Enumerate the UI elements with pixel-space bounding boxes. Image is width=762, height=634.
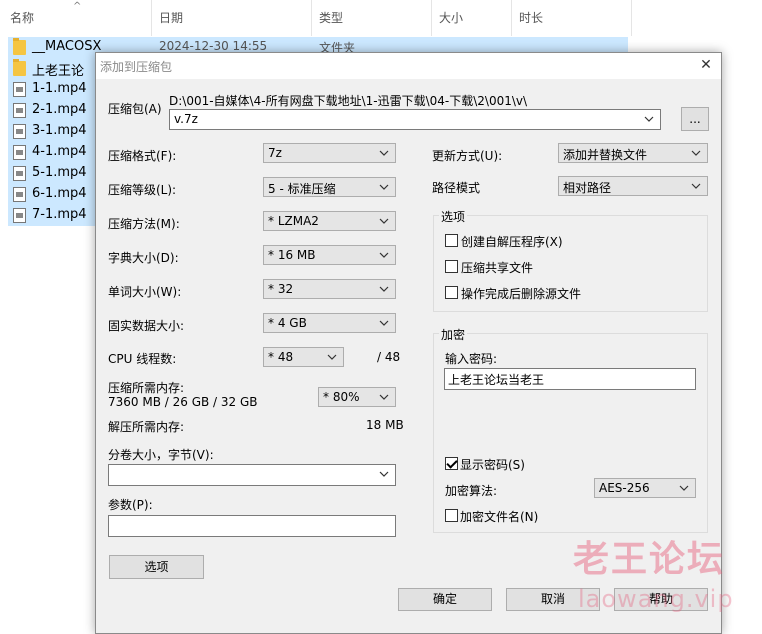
options-group-title: 选项 bbox=[439, 208, 468, 225]
format-label: 压缩格式(F): bbox=[108, 149, 177, 163]
chevron-down-icon bbox=[379, 150, 389, 156]
method-select[interactable]: * LZMA2 bbox=[263, 211, 396, 231]
method-label: 压缩方法(M): bbox=[108, 217, 180, 231]
chevron-down-icon bbox=[327, 354, 337, 360]
update-mode-select[interactable]: 添加并替换文件 bbox=[558, 143, 708, 163]
path-mode-select[interactable]: 相对路径 bbox=[558, 176, 708, 196]
shared-label: 压缩共享文件 bbox=[461, 261, 534, 275]
params-label: 参数(P): bbox=[108, 498, 153, 512]
list-item[interactable]: 上老王论坛当 bbox=[8, 58, 96, 98]
sort-up-icon: ^ bbox=[73, 1, 82, 12]
list-item[interactable]: 3-1.mp4 bbox=[8, 121, 96, 142]
video-file-icon bbox=[13, 166, 26, 181]
format-select[interactable]: 7z bbox=[263, 143, 396, 163]
dialog-title: 添加到压缩包 bbox=[100, 60, 173, 74]
mem-decomp-label: 解压所需内存: bbox=[108, 420, 185, 434]
word-label: 单词大小(W): bbox=[108, 285, 182, 299]
chevron-down-icon bbox=[379, 320, 389, 326]
column-size[interactable]: 大小 bbox=[439, 0, 463, 36]
delete-after-checkbox[interactable] bbox=[445, 286, 458, 299]
cpu-threads-select[interactable]: * 48 bbox=[263, 347, 344, 367]
video-file-icon bbox=[13, 208, 26, 223]
solid-label: 固实数据大小: bbox=[108, 319, 185, 333]
encrypt-names-checkbox[interactable] bbox=[445, 509, 458, 522]
list-item[interactable]: 4-1.mp4 bbox=[8, 142, 96, 163]
solid-select[interactable]: * 4 GB bbox=[263, 313, 396, 333]
ok-button[interactable]: 确定 bbox=[398, 588, 492, 611]
column-date[interactable]: 日期 bbox=[159, 0, 183, 36]
encryption-method-label: 加密算法: bbox=[445, 484, 498, 498]
folder-icon bbox=[13, 38, 26, 55]
sfx-label: 创建自解压程序(X) bbox=[461, 235, 563, 249]
close-icon[interactable]: ✕ bbox=[697, 56, 715, 74]
chevron-down-icon bbox=[679, 485, 689, 491]
password-label: 输入密码: bbox=[445, 352, 498, 366]
list-item[interactable]: 2-1.mp4 bbox=[8, 100, 96, 121]
encrypt-names-label: 加密文件名(N) bbox=[460, 510, 539, 524]
level-select[interactable]: 5 - 标准压缩 bbox=[263, 177, 396, 197]
column-name[interactable]: 名称 bbox=[10, 0, 34, 36]
column-type[interactable]: 类型 bbox=[319, 0, 343, 36]
video-file-icon bbox=[13, 124, 26, 139]
mem-comp-value: 7360 MB / 26 GB / 32 GB bbox=[108, 395, 258, 409]
options-button[interactable]: 选项 bbox=[109, 555, 204, 579]
list-item[interactable]: 1-1.mp4 bbox=[8, 79, 96, 100]
folder-icon bbox=[13, 59, 26, 76]
column-duration[interactable]: 时长 bbox=[519, 0, 543, 36]
cpu-threads-label: CPU 线程数: bbox=[108, 352, 177, 366]
dict-label: 字典大小(D): bbox=[108, 251, 179, 265]
archive-label: 压缩包(A) bbox=[108, 102, 162, 116]
chevron-down-icon bbox=[379, 184, 389, 190]
split-size-combo[interactable] bbox=[108, 464, 396, 486]
list-item[interactable]: 6-1.mp4 bbox=[8, 184, 96, 205]
watermark-text: 老王论坛 bbox=[573, 539, 726, 580]
video-file-icon bbox=[13, 82, 26, 97]
list-item[interactable]: 7-1.mp4 bbox=[8, 205, 96, 226]
list-item[interactable]: 5-1.mp4 bbox=[8, 163, 96, 184]
chevron-down-icon bbox=[379, 471, 389, 477]
delete-after-label: 操作完成后删除源文件 bbox=[461, 287, 582, 301]
video-file-icon bbox=[13, 187, 26, 202]
chevron-down-icon bbox=[379, 394, 389, 400]
chevron-down-icon bbox=[379, 218, 389, 224]
chevron-down-icon bbox=[691, 183, 701, 189]
mem-decomp-value: 18 MB bbox=[366, 418, 404, 432]
video-file-icon bbox=[13, 103, 26, 118]
shared-checkbox[interactable] bbox=[445, 260, 458, 273]
word-select[interactable]: * 32 bbox=[263, 279, 396, 299]
chevron-down-icon bbox=[379, 286, 389, 292]
chevron-down-icon bbox=[691, 150, 701, 156]
show-password-checkbox[interactable] bbox=[445, 457, 458, 470]
encryption-method-select[interactable]: AES-256 bbox=[594, 478, 696, 498]
video-file-icon bbox=[13, 145, 26, 160]
encryption-group-title: 加密 bbox=[439, 326, 468, 343]
split-label: 分卷大小，字节(V): bbox=[108, 448, 214, 462]
archive-name-combo[interactable]: v.7z bbox=[169, 109, 661, 130]
show-password-label: 显示密码(S) bbox=[460, 458, 525, 472]
params-input[interactable] bbox=[108, 515, 396, 537]
level-label: 压缩等级(L): bbox=[108, 183, 177, 197]
dict-select[interactable]: * 16 MB bbox=[263, 245, 396, 265]
browse-button[interactable]: ... bbox=[681, 107, 709, 131]
mem-percent-select[interactable]: * 80% bbox=[318, 387, 396, 407]
cpu-threads-total: / 48 bbox=[377, 350, 401, 364]
sfx-checkbox[interactable] bbox=[445, 234, 458, 247]
watermark-url: laowang.vip bbox=[578, 585, 734, 613]
archive-name-value: v.7z bbox=[174, 112, 198, 126]
password-input[interactable] bbox=[444, 368, 696, 390]
chevron-down-icon bbox=[644, 116, 654, 122]
update-mode-label: 更新方式(U): bbox=[432, 149, 503, 163]
chevron-down-icon bbox=[379, 252, 389, 258]
mem-comp-label: 压缩所需内存: bbox=[108, 381, 185, 395]
archive-path: D:\001-自媒体\4-所有网盘下载地址\1-迅雷下载\04-下载\2\001… bbox=[169, 94, 528, 108]
title-bar: 添加到压缩包 ✕ bbox=[96, 53, 721, 79]
path-mode-label: 路径模式 bbox=[432, 181, 481, 195]
